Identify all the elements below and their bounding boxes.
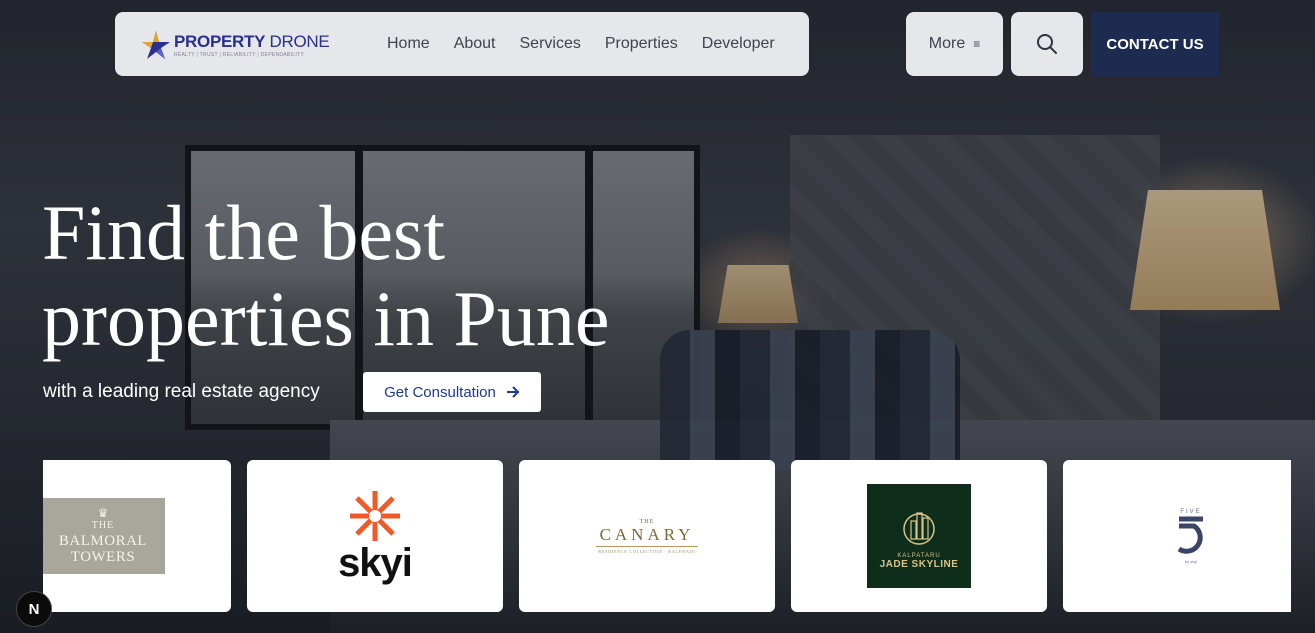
nav-properties-link[interactable]: Properties — [605, 35, 678, 53]
nav-home-link[interactable]: Home — [387, 35, 430, 53]
nav-about-link[interactable]: About — [454, 35, 496, 53]
hero-subtitle: with a leading real estate agency — [43, 381, 320, 402]
partner-card-balmoral[interactable]: ♛ THE BALMORAL TOWERS — [43, 460, 231, 612]
hero-title-line2: properties in Pune — [42, 275, 610, 362]
balmoral-towers-logo: ♛ THE BALMORAL TOWERS — [43, 498, 165, 574]
skyi-burst-icon — [349, 491, 400, 541]
brand-name: PROPERTY DRONE — [174, 32, 330, 51]
nav-services-link[interactable]: Services — [520, 35, 581, 53]
tower-emblem-icon — [903, 512, 935, 545]
star-logo-icon — [142, 31, 170, 59]
nav-links: Home About Services Properties Developer — [387, 12, 799, 76]
brand-tagline: REALTY | TRUST | RELIABILITY | DEPENDABI… — [174, 52, 305, 58]
arrow-right-icon — [506, 386, 520, 398]
main-navigation: PROPERTY DRONE REALTY | TRUST | RELIABIL… — [115, 12, 809, 76]
five-digit-mark — [1177, 516, 1203, 554]
partner-card-skyi[interactable]: skyi — [247, 460, 503, 612]
search-button[interactable] — [1011, 12, 1083, 76]
get-consultation-button[interactable]: Get Consultation — [363, 372, 541, 412]
more-label: More — [928, 35, 966, 52]
partner-card-canary[interactable]: THE CANARY RESIDENCE COLLECTION · BALEWA… — [519, 460, 775, 612]
consultation-label: Get Consultation — [384, 383, 496, 401]
contact-us-button[interactable]: CONTACT US — [1091, 12, 1219, 76]
brand-logo[interactable]: PROPERTY DRONE REALTY | TRUST | RELIABIL… — [141, 28, 331, 62]
kalpataru-jade-skyline-logo: KALPATARU JADE SKYLINE — [867, 484, 971, 588]
five-by-skyi-logo: FIVE by skyi — [1174, 509, 1208, 564]
hero-title: Find the best properties in Pune — [42, 190, 742, 362]
nav-developer-link[interactable]: Developer — [702, 35, 775, 53]
search-icon — [1037, 34, 1057, 54]
skyi-logo: skyi — [338, 489, 413, 585]
hero-title-line1: Find the best — [42, 189, 445, 276]
skyi-wordmark: skyi — [338, 541, 413, 585]
partner-card-five[interactable]: FIVE by skyi — [1063, 460, 1291, 612]
partner-card-jade-skyline[interactable]: KALPATARU JADE SKYLINE — [791, 460, 1047, 612]
canary-logo: THE CANARY RESIDENCE COLLECTION · BALEWA… — [595, 519, 699, 554]
developer-partners-carousel: ♛ THE BALMORAL TOWERS skyi THE CANARY RE… — [43, 460, 1291, 612]
hamburger-menu-icon: ≡ — [973, 37, 981, 51]
nextjs-dev-badge[interactable]: N — [16, 591, 52, 627]
crown-icon: ♛ — [97, 506, 109, 520]
more-menu-button[interactable]: More ≡ — [906, 12, 1003, 76]
